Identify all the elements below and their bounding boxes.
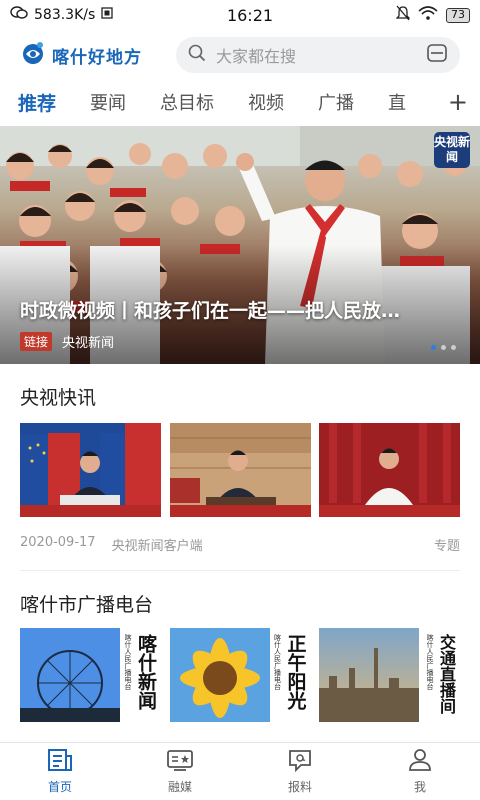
search-icon <box>188 44 206 66</box>
carousel-dot[interactable] <box>431 345 436 350</box>
nav-label: 报料 <box>287 780 312 794</box>
tab-recommend[interactable]: 推荐 <box>18 89 56 116</box>
channel-tabs: 推荐 要闻 总目标 视频 广播 直 + <box>0 80 480 124</box>
radio-card-labels: 喀什人民广播电台 喀什新闻 <box>123 634 157 710</box>
scan-icon[interactable] <box>426 43 448 67</box>
radio-card-labels: 喀什人民广播电台 交通直播间 <box>425 634 456 718</box>
report-icon <box>287 748 313 775</box>
radio-headline: 正午阳光 <box>284 634 307 710</box>
search-bar[interactable]: 大家都在搜 <box>176 37 460 73</box>
carousel-dot[interactable] <box>441 345 446 350</box>
section-title-radio: 喀什市广播电台 <box>20 594 154 616</box>
radio-cards: 喀什人民广播电台 喀什新闻 喀什人民广播电台 正午阳光 喀什人民广播电台 交通直… <box>20 628 460 722</box>
link-tag: 链接 <box>20 332 53 351</box>
hero-banner[interactable]: 央视新闻 时政微视频丨和孩子们在一起——把人民放… 链接 央视新闻 <box>0 126 480 364</box>
radio-card[interactable]: 喀什人民广播电台 正午阳光 <box>169 628 311 722</box>
tab-live[interactable]: 直 <box>388 89 406 115</box>
banner-source: 央视新闻 <box>62 336 115 351</box>
banner-photo <box>0 126 480 364</box>
nav-home[interactable]: 首页 <box>0 743 120 800</box>
news-meta: 2020-09-17 央视新闻客户端 专题 <box>20 535 460 554</box>
app-logo[interactable]: 喀什好地方 <box>20 40 170 70</box>
wechat-icon <box>10 6 28 24</box>
nav-me[interactable]: 我 <box>360 743 480 800</box>
status-bar: 583.3K/s 16:21 73 <box>0 0 480 30</box>
news-icon <box>47 748 73 775</box>
nav-label: 我 <box>413 780 426 794</box>
radio-card[interactable]: 喀什人民广播电台 喀什新闻 <box>20 628 161 722</box>
news-source: 央视新闻客户端 <box>111 539 203 554</box>
mute-icon <box>395 5 411 25</box>
tab-radio[interactable]: 广播 <box>318 89 354 115</box>
tab-video[interactable]: 视频 <box>248 89 284 115</box>
news-thumb[interactable] <box>169 423 311 517</box>
notification-icon <box>101 7 113 23</box>
media-icon <box>166 748 194 775</box>
news-thumb[interactable] <box>20 423 161 517</box>
news-date: 2020-09-17 <box>20 535 96 550</box>
user-icon <box>407 748 433 775</box>
banner-meta: 链接 央视新闻 <box>20 332 114 351</box>
radio-headline: 喀什新闻 <box>135 634 157 710</box>
radio-headline: 交通直播间 <box>437 634 456 714</box>
cctv-news-thumbs <box>20 423 460 517</box>
net-speed: 583.3K/s <box>34 7 96 23</box>
add-channel-icon[interactable]: + <box>433 88 468 116</box>
radio-card-labels: 喀什人民广播电台 正午阳光 <box>273 634 307 710</box>
topic-label[interactable]: 专题 <box>434 535 460 554</box>
nav-report[interactable]: 报料 <box>240 743 360 800</box>
tab-headlines[interactable]: 要闻 <box>90 89 126 115</box>
logo-text: 喀什好地方 <box>52 47 142 68</box>
logo-icon <box>20 40 46 70</box>
station-label: 喀什人民广播电台 <box>426 634 434 690</box>
clock: 16:21 <box>226 5 274 25</box>
station-label: 喀什人民广播电台 <box>273 634 282 690</box>
radio-card[interactable]: 喀什人民广播电台 交通直播间 <box>319 628 460 722</box>
section-title-cctv: 央视快讯 <box>20 387 97 409</box>
app-header: 喀什好地方 大家都在搜 <box>0 30 480 80</box>
banner-title[interactable]: 时政微视频丨和孩子们在一起——把人民放… <box>20 296 400 323</box>
cctv-news-badge: 央视新闻 <box>434 132 470 168</box>
divider <box>20 570 460 571</box>
tab-goals[interactable]: 总目标 <box>160 89 214 115</box>
bottom-nav: 首页 融媒 报料 我 <box>0 742 480 800</box>
nav-media[interactable]: 融媒 <box>120 743 240 800</box>
carousel-dot[interactable] <box>451 345 456 350</box>
wifi-icon <box>418 6 438 24</box>
news-thumb[interactable] <box>319 423 460 517</box>
nav-label: 融媒 <box>167 780 192 794</box>
battery-indicator: 73 <box>446 7 470 23</box>
nav-label: 首页 <box>47 780 72 794</box>
station-label: 喀什人民广播电台 <box>124 634 132 690</box>
carousel-indicator <box>431 345 456 350</box>
search-placeholder: 大家都在搜 <box>216 47 297 66</box>
